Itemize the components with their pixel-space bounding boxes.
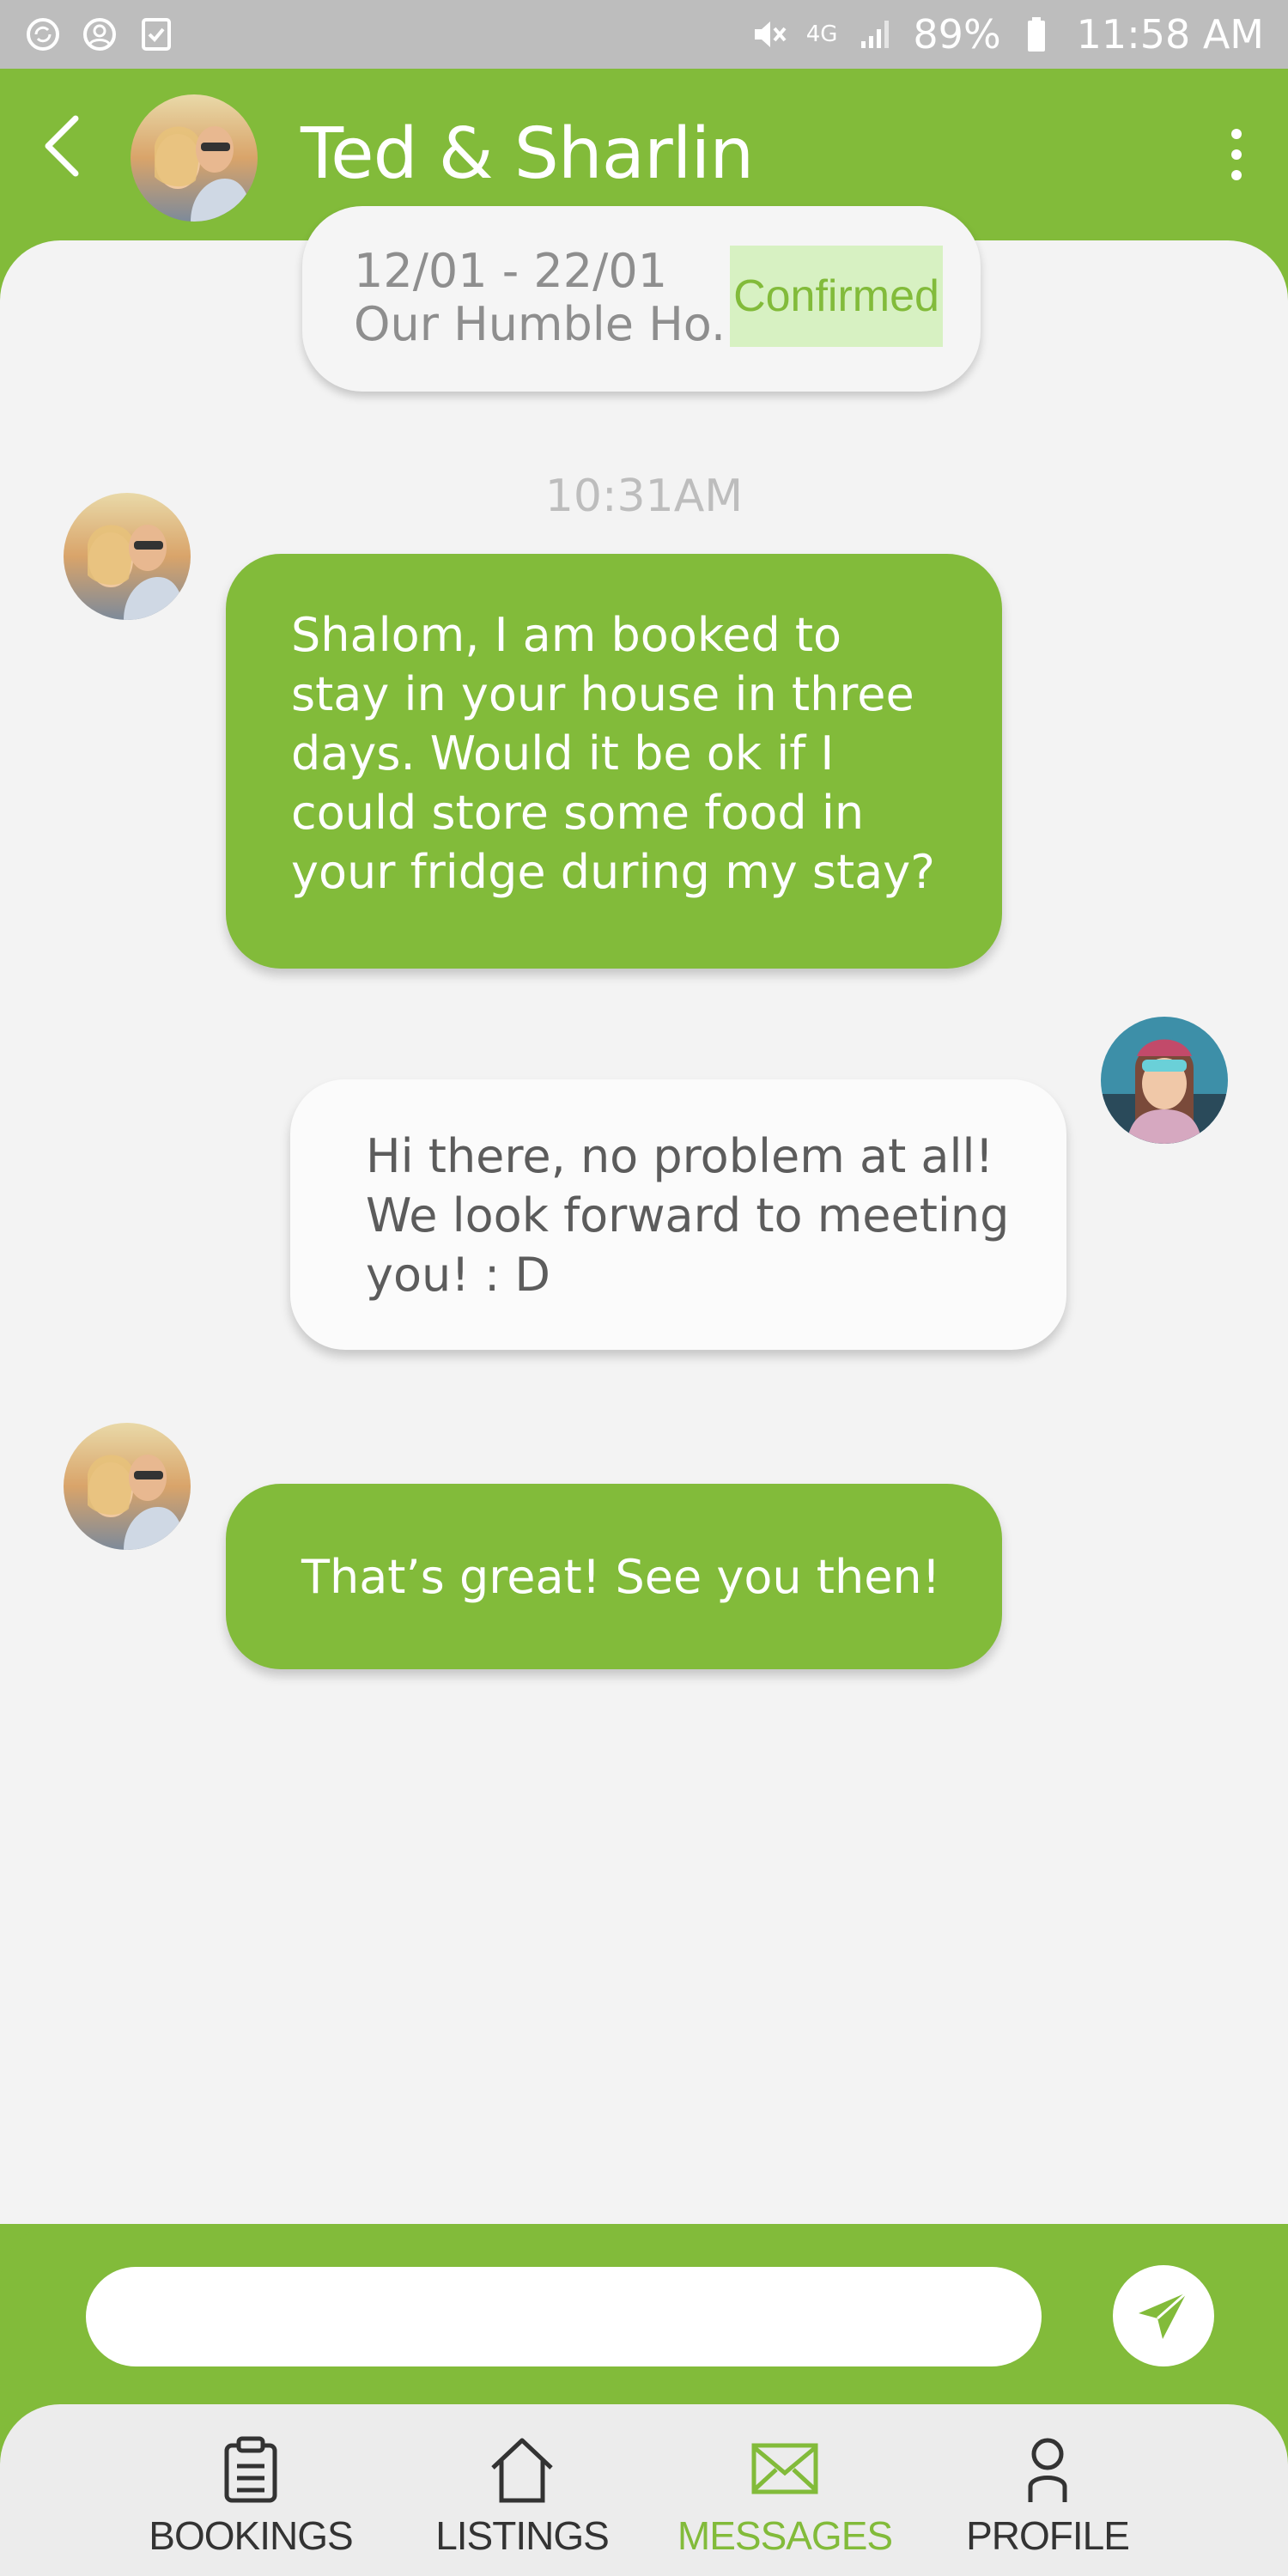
status-bar: 4G 89% 11:58 AM: [0, 0, 1288, 69]
listing-name: Our Humble Ho..: [354, 297, 741, 351]
contact-avatar[interactable]: [131, 94, 258, 222]
battery-icon: [1020, 15, 1058, 53]
bottom-navigation: BOOKINGS LISTINGS MESSAGES PROFILE: [0, 2404, 1288, 2576]
message-text: Hi there, no problem at all! We look for…: [366, 1129, 1010, 1302]
nav-label: BOOKINGS: [149, 2513, 353, 2558]
chat-area[interactable]: 12/01 - 22/01 Our Humble Ho.. Confirmed …: [0, 206, 1288, 2224]
nav-label: PROFILE: [966, 2513, 1130, 2558]
message-bubble-sent[interactable]: That’s great! See you then!: [226, 1484, 1002, 1669]
message-timestamp: 10:31AM: [544, 471, 744, 522]
mute-icon: [750, 15, 787, 53]
message-composer: [0, 2224, 1288, 2430]
clipboard-icon: [224, 2436, 277, 2503]
back-button[interactable]: [34, 112, 94, 180]
nav-profile[interactable]: PROFILE: [936, 2404, 1159, 2576]
clock: 11:58 AM: [1076, 11, 1264, 58]
user-icon: [1028, 2438, 1067, 2502]
send-button[interactable]: [1113, 2265, 1214, 2366]
sync-icon: [24, 15, 62, 53]
nav-listings[interactable]: LISTINGS: [410, 2404, 634, 2576]
recipient-avatar[interactable]: [1101, 1017, 1228, 1144]
message-bubble-received[interactable]: Hi there, no problem at all! We look for…: [290, 1079, 1066, 1350]
nav-bookings[interactable]: BOOKINGS: [139, 2404, 362, 2576]
message-bubble-sent[interactable]: Shalom, I am booked to stay in your hous…: [226, 554, 1002, 969]
sender-avatar[interactable]: [64, 493, 191, 620]
woman-photo: [1101, 1017, 1228, 1144]
more-vertical-icon: [1231, 129, 1242, 180]
message-text: Shalom, I am booked to stay in your hous…: [291, 608, 935, 899]
couple-photo: [64, 493, 191, 620]
checkbox-icon: [137, 15, 175, 53]
more-options-button[interactable]: [1219, 120, 1254, 189]
contact-name: Ted & Sharlin: [301, 113, 754, 195]
send-icon: [1139, 2291, 1188, 2339]
booking-dates: 12/01 - 22/01: [354, 244, 668, 298]
nav-messages[interactable]: MESSAGES: [673, 2404, 896, 2576]
status-left-icons: [24, 15, 175, 53]
home-icon: [491, 2438, 553, 2503]
network-type: 4G: [805, 21, 838, 47]
signal-icon: [856, 15, 894, 53]
sender-avatar[interactable]: [64, 1423, 191, 1550]
couple-photo: [131, 94, 258, 222]
status-right: 4G 89% 11:58 AM: [750, 11, 1264, 58]
mail-icon: [751, 2443, 818, 2494]
couple-photo: [64, 1423, 191, 1550]
nav-label: MESSAGES: [677, 2513, 893, 2558]
nav-label: LISTINGS: [435, 2513, 610, 2558]
message-input[interactable]: [86, 2267, 1042, 2366]
booking-status-badge: Confirmed: [730, 246, 943, 347]
message-text: That’s great! See you then!: [301, 1549, 941, 1604]
booking-summary[interactable]: 12/01 - 22/01 Our Humble Ho.. Confirmed: [302, 206, 981, 392]
account-circle-icon: [81, 15, 118, 53]
battery-percent: 89%: [913, 11, 1001, 58]
chevron-left-icon: [45, 115, 79, 177]
